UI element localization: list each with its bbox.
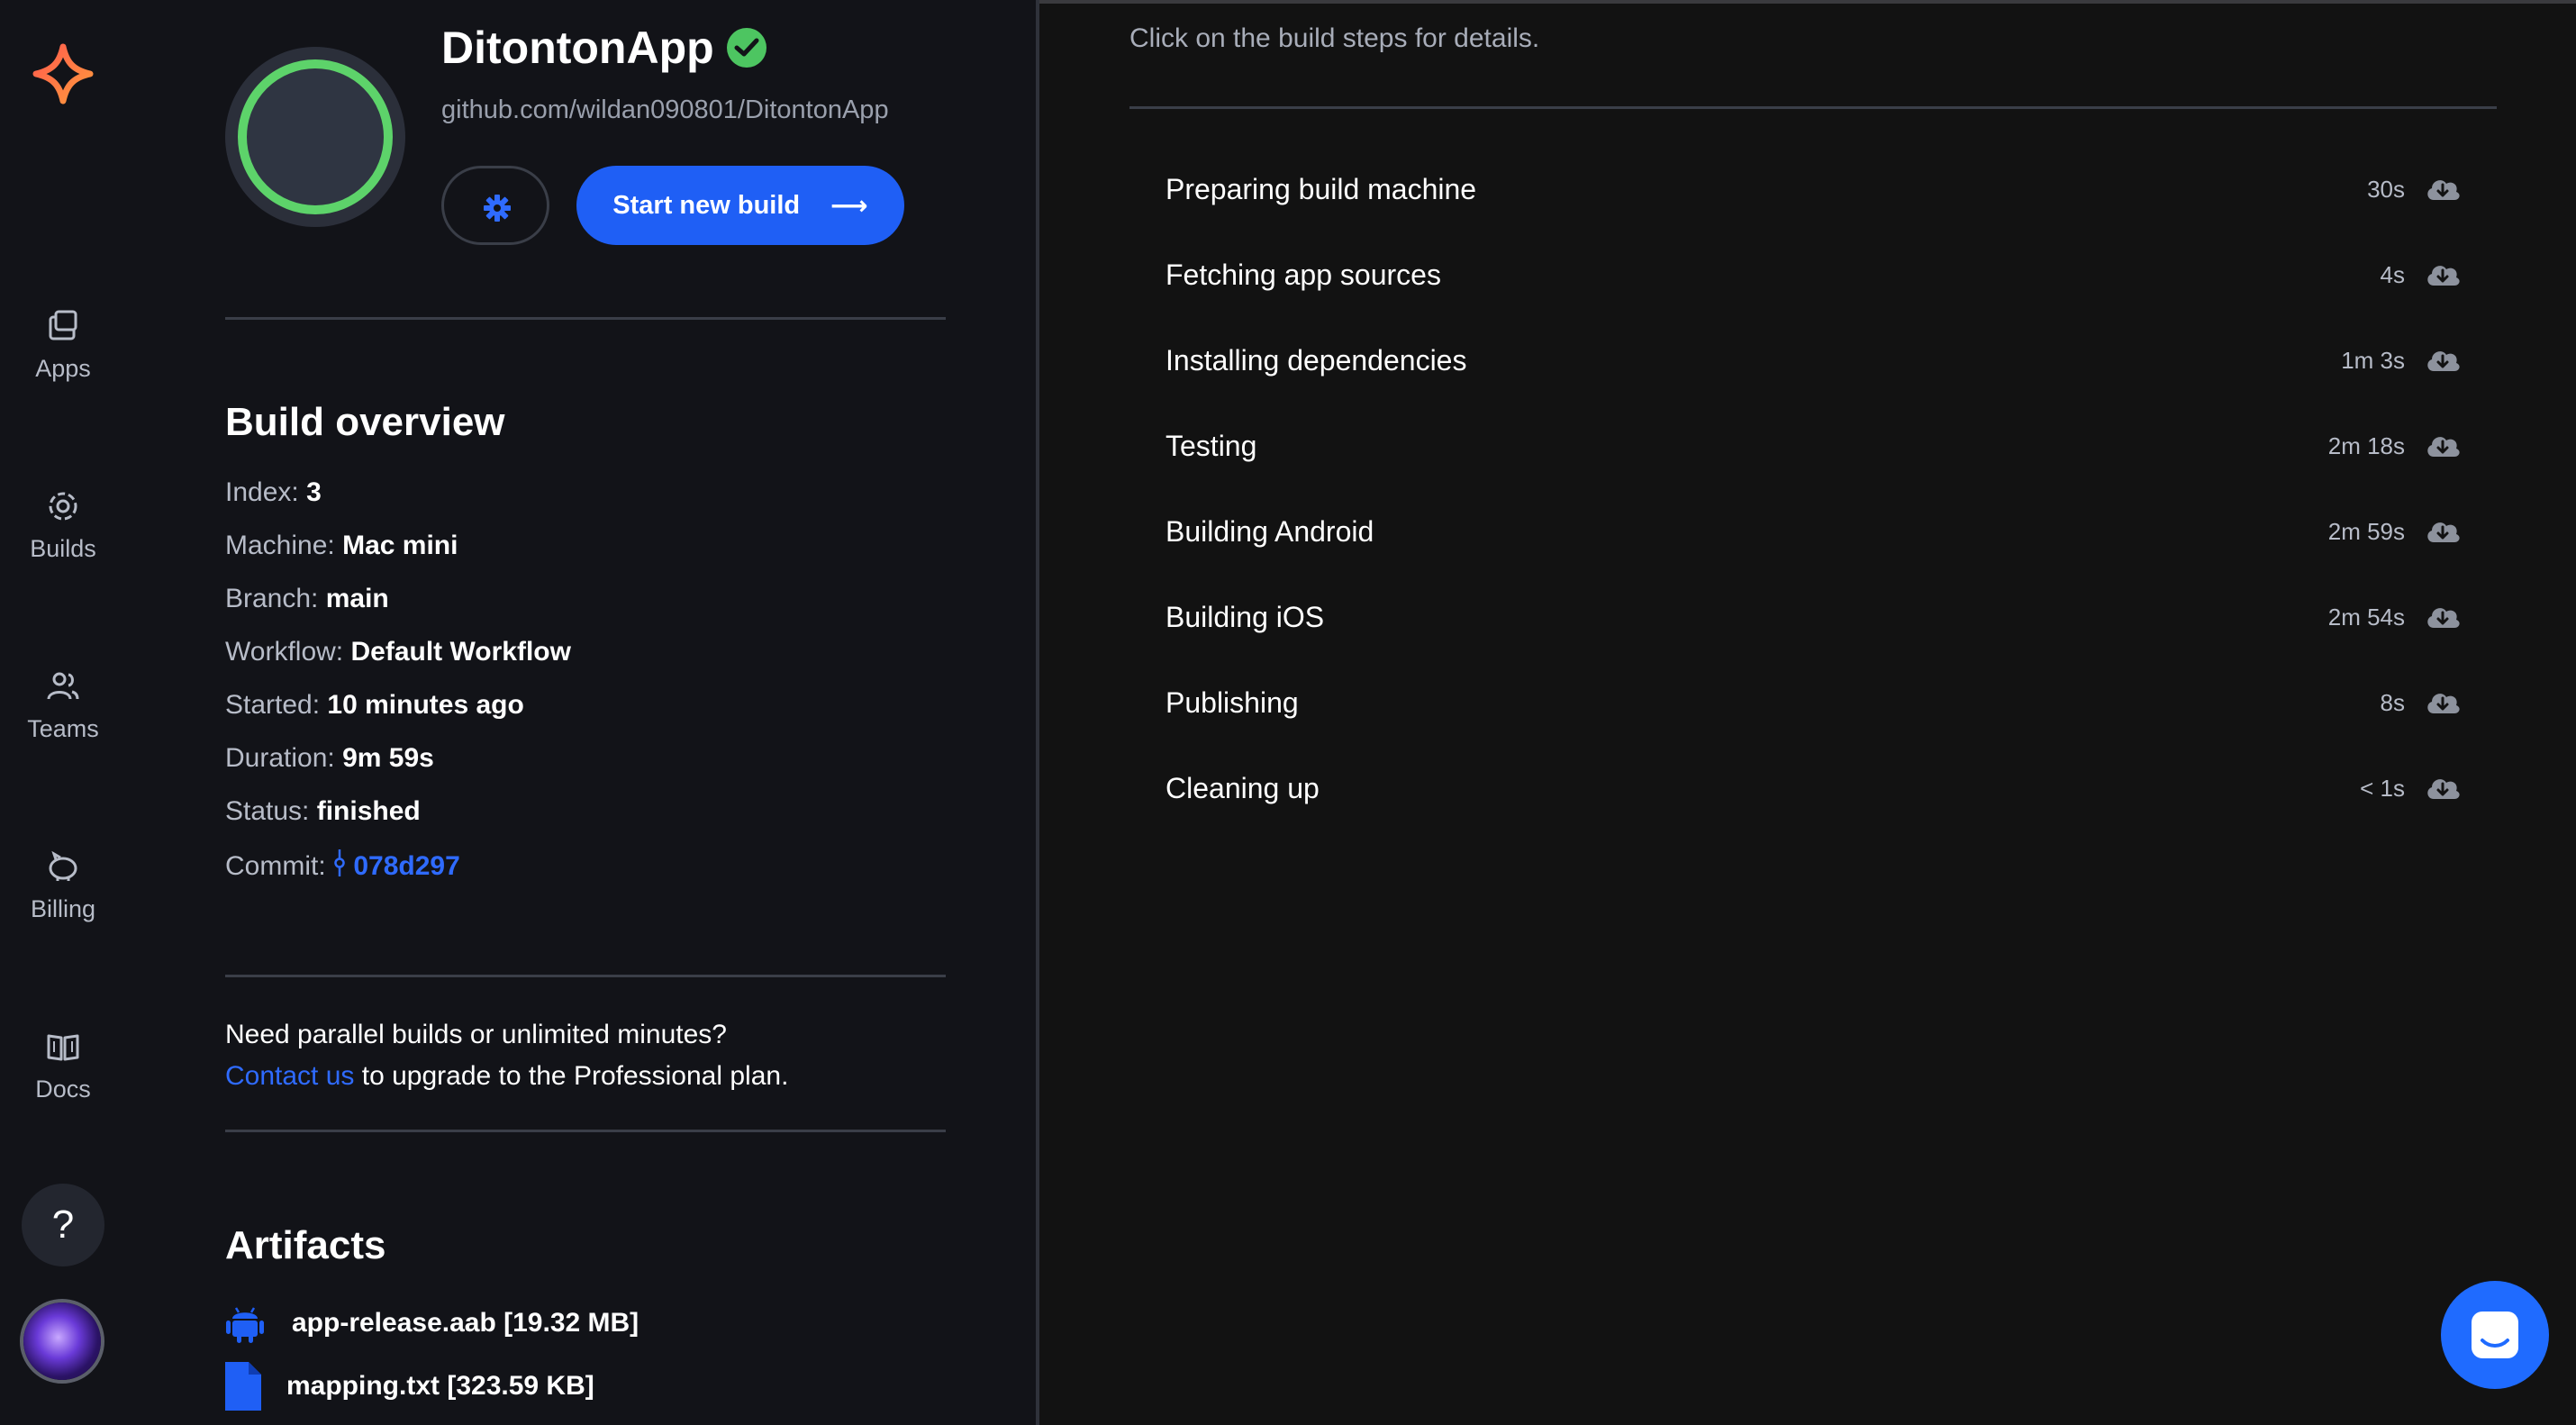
builds-icon <box>49 492 77 521</box>
contact-us-link[interactable]: Contact us <box>225 1061 354 1091</box>
settings-button[interactable] <box>441 166 549 245</box>
build-step[interactable]: Testing 2m 18s <box>1166 419 2463 473</box>
build-step-label: Installing dependencies <box>1166 343 1467 377</box>
sidebar-item-label: Apps <box>35 355 91 382</box>
overview-workflow: Workflow: Default Workflow <box>225 637 571 667</box>
build-step-duration: 2m 18s <box>2327 431 2405 459</box>
build-step-label: Building iOS <box>1166 600 1325 633</box>
sidebar-item-label: Billing <box>30 895 96 922</box>
sidebar-item-teams[interactable]: Teams <box>0 667 126 743</box>
build-step[interactable]: Fetching app sources 4s <box>1166 248 2463 302</box>
overview-duration: Duration: 9m 59s <box>225 743 434 773</box>
artifacts-title: Artifacts <box>225 1223 386 1267</box>
build-step-label: Fetching app sources <box>1166 258 1441 291</box>
build-step-label: Building Android <box>1166 514 1374 548</box>
sidebar-item-docs[interactable]: Docs <box>0 1027 126 1103</box>
overview-machine: Machine: Mac mini <box>225 531 458 560</box>
artifact-item[interactable]: app-release.aab [19.32 MB] <box>225 1302 639 1344</box>
repo-url[interactable]: github.com/wildan090801/DitontonApp <box>441 95 889 125</box>
build-step-label: Cleaning up <box>1166 771 1320 804</box>
overview-commit: Commit: 078d297 <box>225 849 460 881</box>
cloud-download-icon[interactable] <box>2423 255 2463 295</box>
promo-line: to upgrade to the Professional plan. <box>354 1061 789 1091</box>
sidebar-item-builds[interactable]: Builds <box>0 486 126 563</box>
build-step[interactable]: Building iOS 2m 54s <box>1166 590 2463 644</box>
cloud-download-icon[interactable] <box>2423 597 2463 637</box>
sidebar-item-label: Builds <box>30 535 96 562</box>
gear-icon <box>484 195 511 222</box>
build-step-duration: < 1s <box>2360 774 2405 802</box>
logo-icon[interactable] <box>31 41 95 106</box>
promo-line: Need parallel builds or unlimited minute… <box>225 1020 727 1049</box>
build-step-duration: 1m 3s <box>2341 346 2405 374</box>
build-step-duration: 30s <box>2367 175 2405 203</box>
panel-divider <box>1036 0 1039 1425</box>
docs-icon <box>47 1034 79 1061</box>
cloud-download-icon[interactable] <box>2423 340 2463 380</box>
build-step-duration: 2m 59s <box>2327 517 2405 545</box>
chat-launcher-button[interactable] <box>2441 1281 2549 1389</box>
artifact-name: mapping.txt [323.59 KB] <box>286 1371 594 1401</box>
apps-icon <box>49 310 77 340</box>
arrow-right-icon: ⟶ <box>830 191 868 221</box>
build-step[interactable]: Building Android 2m 59s <box>1166 504 2463 558</box>
build-step-label: Testing <box>1166 429 1257 462</box>
start-new-build-label: Start new build <box>612 190 801 220</box>
build-step[interactable]: Preparing build machine 30s <box>1166 162 2463 216</box>
cloud-download-icon[interactable] <box>2423 768 2463 808</box>
overview-branch: Branch: main <box>225 584 389 613</box>
build-step-label: Publishing <box>1166 685 1299 719</box>
overview-status: Status: finished <box>225 796 421 826</box>
upgrade-promo: Need parallel builds or unlimited minute… <box>225 1014 788 1097</box>
overview-index: Index: 3 <box>225 477 322 507</box>
build-step-duration: 8s <box>2380 688 2405 716</box>
app-title: DitontonApp <box>441 22 766 74</box>
divider <box>225 1130 946 1132</box>
commit-link[interactable]: 078d297 <box>353 851 459 881</box>
sidebar-item-label: Docs <box>35 1076 91 1103</box>
build-step-duration: 4s <box>2380 260 2405 288</box>
build-step-label: Preparing build machine <box>1166 172 1477 205</box>
build-step[interactable]: Publishing 8s <box>1166 676 2463 730</box>
sidebar-item-apps[interactable]: Apps <box>0 306 126 383</box>
sidebar: Apps Builds Teams Billing Docs ? <box>0 0 126 1425</box>
sidebar-item-billing[interactable]: Billing <box>0 847 126 923</box>
commit-icon <box>334 849 345 876</box>
android-icon <box>226 1307 264 1343</box>
divider <box>225 975 946 977</box>
artifact-name: app-release.aab [19.32 MB] <box>292 1308 639 1338</box>
avatar[interactable] <box>20 1299 104 1384</box>
divider <box>1129 106 2497 109</box>
build-step[interactable]: Cleaning up < 1s <box>1166 761 2463 815</box>
chat-icon <box>2472 1312 2518 1358</box>
file-icon <box>225 1362 261 1411</box>
help-button[interactable]: ? <box>22 1184 104 1266</box>
app-name: DitontonApp <box>441 23 714 73</box>
cloud-download-icon[interactable] <box>2423 169 2463 209</box>
app-avatar <box>225 47 405 227</box>
build-step-duration: 2m 54s <box>2327 603 2405 631</box>
billing-icon <box>49 850 77 881</box>
build-steps-hint: Click on the build steps for details. <box>1129 23 1540 53</box>
sidebar-item-label: Teams <box>27 715 99 742</box>
build-overview-title: Build overview <box>225 400 505 444</box>
teams-icon <box>47 672 79 700</box>
artifact-item[interactable]: mapping.txt [323.59 KB] <box>225 1362 594 1411</box>
start-new-build-button[interactable]: Start new build ⟶ <box>576 166 904 245</box>
cloud-download-icon[interactable] <box>2423 512 2463 551</box>
check-icon <box>726 28 766 68</box>
overview-started: Started: 10 minutes ago <box>225 690 524 720</box>
cloud-download-icon[interactable] <box>2423 426 2463 466</box>
cloud-download-icon[interactable] <box>2423 683 2463 722</box>
divider <box>225 317 946 320</box>
build-step[interactable]: Installing dependencies 1m 3s <box>1166 333 2463 387</box>
